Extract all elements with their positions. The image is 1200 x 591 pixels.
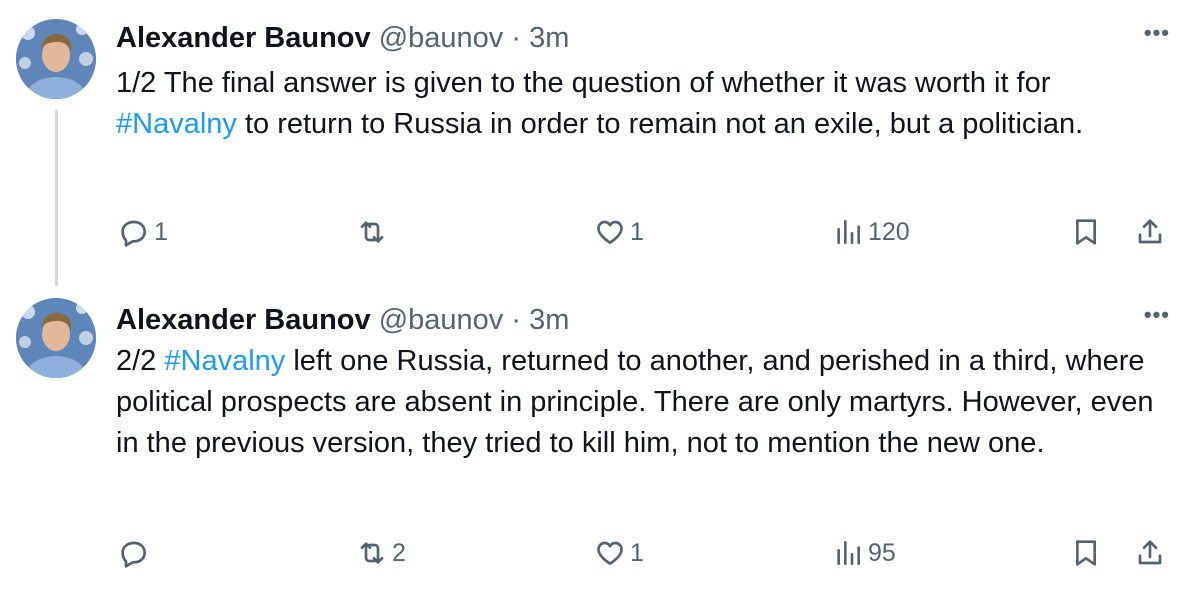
views-count: 95 <box>868 538 896 567</box>
reply-icon <box>121 541 146 568</box>
views-count: 120 <box>868 217 910 246</box>
avatar-image <box>16 19 96 99</box>
share-icon <box>1138 540 1162 565</box>
author-name[interactable]: Alexander Baunov <box>116 304 371 336</box>
tweet-header: Alexander Baunov @baunov · 3m <box>116 18 1140 58</box>
repost-count: 2 <box>392 538 406 567</box>
repost-button[interactable]: 2 <box>356 533 406 573</box>
thread-line <box>55 110 58 286</box>
hashtag-link[interactable]: #Navalny <box>116 108 237 140</box>
repost-icon <box>360 221 384 243</box>
action-bar: 1 1 120 <box>0 212 1200 252</box>
timestamp[interactable]: 3m <box>529 22 569 54</box>
bookmark-button[interactable] <box>1070 212 1102 252</box>
views-button[interactable]: 95 <box>832 533 896 573</box>
author-name[interactable]: Alexander Baunov <box>116 22 371 54</box>
like-count: 1 <box>630 217 644 246</box>
tweet-text-start: 1/2 The final answer is given to the que… <box>116 67 1051 99</box>
like-icon <box>597 541 623 565</box>
share-button[interactable] <box>1134 212 1166 252</box>
reply-icon <box>121 220 146 247</box>
tweet-text: 2/2 #Navalny left one Russia, returned t… <box>116 341 1176 464</box>
tweet-header: Alexander Baunov @baunov · 3m <box>116 300 1140 340</box>
more-options-button[interactable]: ••• <box>1144 302 1170 328</box>
reply-count: 1 <box>154 217 168 246</box>
author-handle[interactable]: @baunov <box>379 304 504 336</box>
repost-button[interactable] <box>356 212 392 252</box>
views-icon <box>837 541 860 565</box>
tweet-text: 1/2 The final answer is given to the que… <box>116 63 1176 145</box>
more-options-button[interactable]: ••• <box>1144 20 1170 46</box>
reply-button[interactable] <box>118 533 154 573</box>
like-button[interactable]: 1 <box>594 212 644 252</box>
timestamp[interactable]: 3m <box>529 304 569 336</box>
share-icon <box>1138 219 1162 244</box>
views-button[interactable]: 120 <box>832 212 910 252</box>
avatar[interactable] <box>16 298 96 378</box>
avatar[interactable] <box>16 19 96 99</box>
bookmark-button[interactable] <box>1070 533 1102 573</box>
like-icon <box>597 220 623 244</box>
separator: · <box>503 22 530 54</box>
share-button[interactable] <box>1134 533 1166 573</box>
author-handle[interactable]: @baunov <box>379 22 504 54</box>
hashtag-link[interactable]: #Navalny <box>164 345 285 377</box>
repost-icon <box>360 542 384 564</box>
views-icon <box>837 220 860 244</box>
tweet-1[interactable]: Alexander Baunov @baunov · 3m ••• 1/2 Th… <box>0 0 1200 290</box>
bookmark-icon <box>1076 219 1096 245</box>
avatar-image <box>16 298 96 378</box>
action-bar: 2 1 95 <box>0 533 1200 573</box>
like-count: 1 <box>630 538 644 567</box>
separator: · <box>503 304 530 336</box>
bookmark-icon <box>1076 540 1096 566</box>
tweet-2[interactable]: Alexander Baunov @baunov · 3m ••• 2/2 #N… <box>0 290 1200 591</box>
tweet-text-end: to return to Russia in order to remain n… <box>236 108 1084 140</box>
like-button[interactable]: 1 <box>594 533 644 573</box>
reply-button[interactable]: 1 <box>118 212 168 252</box>
tweet-text-start: 2/2 <box>116 345 165 377</box>
